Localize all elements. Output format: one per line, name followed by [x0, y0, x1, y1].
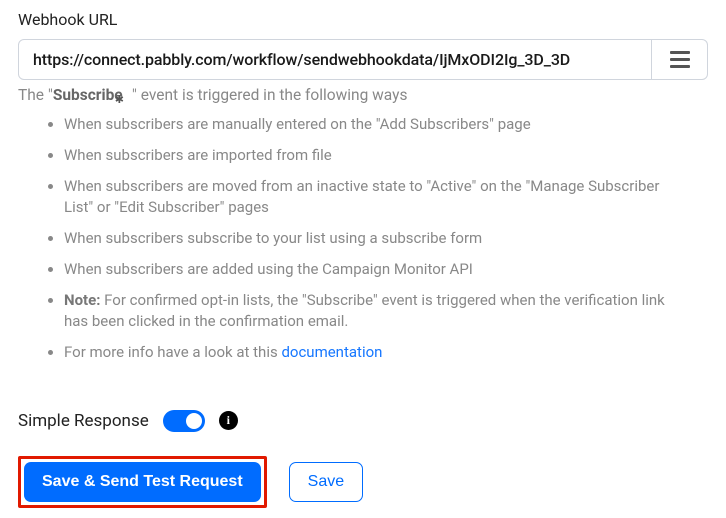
list-item: When subscribers are added using the Cam…: [64, 259, 668, 281]
list-item: When subscribers subscribe to your list …: [64, 228, 668, 250]
event-name: Subscribe: [53, 86, 123, 104]
list-item: When subscribers are imported from file: [64, 145, 668, 167]
webhook-url-label: Webhook URL: [18, 10, 708, 29]
event-description: The "Subscribe✱" event is triggered in t…: [18, 86, 708, 104]
save-send-test-button[interactable]: Save & Send Test Request: [24, 462, 261, 502]
save-button[interactable]: Save: [289, 462, 363, 502]
documentation-link[interactable]: documentation: [281, 343, 382, 361]
trigger-list: When subscribers are manually entered on…: [18, 114, 668, 364]
simple-response-toggle[interactable]: [163, 410, 205, 432]
simple-response-label: Simple Response: [18, 411, 149, 431]
list-item: For more info have a look at this docume…: [64, 342, 668, 364]
list-item: When subscribers are moved from an inact…: [64, 176, 668, 220]
primary-button-highlight: Save & Send Test Request: [18, 456, 267, 508]
webhook-url-input[interactable]: https://connect.pabbly.com/workflow/send…: [18, 39, 652, 80]
toggle-knob: [186, 413, 202, 429]
list-item: Note: For confirmed opt-in lists, the "S…: [64, 290, 668, 334]
button-row: Save & Send Test Request Save: [18, 456, 708, 508]
info-icon[interactable]: i: [219, 411, 238, 430]
list-item: When subscribers are manually entered on…: [64, 114, 668, 136]
cursor-icon: ✱: [115, 93, 124, 106]
webhook-menu-button[interactable]: [652, 39, 708, 80]
webhook-url-row: https://connect.pabbly.com/workflow/send…: [18, 39, 708, 80]
hamburger-icon: [670, 51, 690, 68]
simple-response-row: Simple Response i: [18, 410, 708, 432]
